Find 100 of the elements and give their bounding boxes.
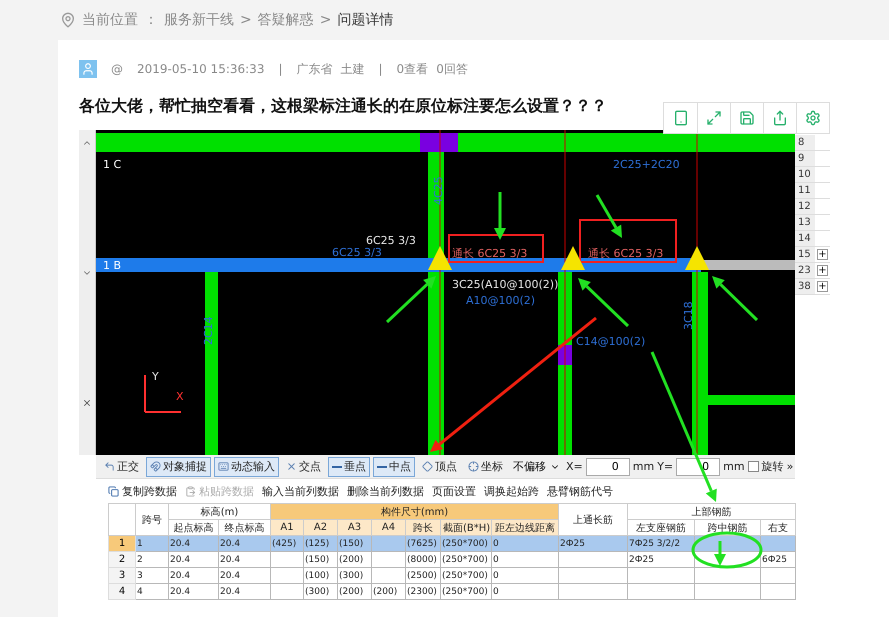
table-cell	[270, 568, 304, 584]
expand-button[interactable]: +	[817, 281, 828, 292]
table-cell	[372, 568, 406, 584]
action-button[interactable]: 输入当前列数据	[262, 484, 339, 498]
snap-tool[interactable]: 正交	[100, 456, 143, 476]
column-header: A4	[372, 520, 406, 536]
support-marker	[428, 246, 452, 270]
table-cell: 0	[492, 536, 559, 552]
action-button[interactable]: 页面设置	[432, 484, 476, 498]
action-button[interactable]: 调换起始跨	[484, 484, 539, 498]
meta-separator: |	[278, 62, 282, 76]
table-cell: 20.4	[218, 536, 271, 552]
table-cell	[628, 568, 695, 584]
breadcrumb-link[interactable]: 问题详情	[337, 11, 394, 29]
axis-label: X	[176, 390, 184, 403]
row-number: 38	[795, 279, 815, 294]
unit-label: mm	[632, 460, 654, 473]
table-cell: (250*700)	[440, 536, 492, 552]
action-button[interactable]: 删除当前列数据	[347, 484, 424, 498]
diamond-icon	[422, 461, 433, 472]
table-cell: (425)	[270, 536, 304, 552]
table-cell: 20.4	[168, 568, 218, 584]
support-marker	[685, 246, 709, 270]
action-button[interactable]: 悬臂钢筋代号	[547, 484, 613, 498]
column-header: A2	[304, 520, 338, 536]
row-number[interactable]: 2	[108, 552, 136, 568]
rotate-label: 旋转	[762, 459, 784, 474]
table-cell: 2Ф25	[558, 536, 628, 552]
table-cell: 7Ф25 3/2/2	[628, 536, 695, 552]
avatar-icon	[79, 60, 97, 78]
group-header: 上部钢筋	[628, 504, 796, 520]
row-number: 10	[795, 167, 815, 182]
table-cell	[694, 584, 761, 600]
arrow	[494, 192, 506, 240]
table-cell: (200)	[338, 584, 372, 600]
column-header: A3	[338, 520, 372, 536]
row-number: 13	[795, 215, 815, 230]
view-count: 0查看	[396, 60, 428, 78]
table-cell: 4	[136, 584, 168, 600]
snap-tool[interactable]: 中点	[373, 456, 415, 476]
snap-tool[interactable]: 动态输入	[214, 456, 279, 476]
table-cell	[628, 584, 695, 600]
action-button[interactable]: 复制跨数据	[108, 484, 177, 498]
table-cell	[694, 568, 761, 584]
table-cell	[558, 568, 628, 584]
table-cell: (100)	[304, 568, 338, 584]
table-cell: 20.4	[218, 552, 271, 568]
breadcrumb-separator: >	[320, 12, 332, 28]
answer-count: 0回答	[436, 60, 468, 78]
row-number[interactable]: 4	[108, 584, 136, 600]
snap-tool[interactable]: 对象捕捉	[146, 456, 211, 476]
more-button[interactable]: »	[786, 460, 794, 473]
table-cell	[760, 568, 796, 584]
row-number: 9	[795, 151, 815, 166]
cross-icon	[286, 461, 297, 472]
table-cell	[760, 584, 796, 600]
table-cell: (250*700)	[440, 568, 492, 584]
row-number[interactable]: 1	[108, 536, 136, 552]
snap-tool[interactable]: 垂点	[328, 456, 370, 476]
snap-tool[interactable]: 顶点	[418, 456, 461, 476]
support-marker	[561, 246, 585, 270]
table-cell: (300)	[304, 584, 338, 600]
y-label: Y=	[657, 460, 674, 473]
table-cell	[558, 552, 628, 568]
table-cell: 20.4	[218, 584, 271, 600]
rebar-label: 2C25+2C20	[613, 158, 680, 171]
row-number: 15	[795, 247, 815, 262]
table-cell: 20.4	[168, 536, 218, 552]
rebar-label: 6C25 3/3	[332, 246, 382, 259]
table-cell: (8000)	[406, 552, 441, 568]
note-label: Y	[152, 370, 159, 383]
expand-button[interactable]: +	[817, 265, 828, 276]
unit-label: mm	[723, 460, 745, 473]
arrow	[596, 194, 622, 238]
corner-header	[108, 504, 136, 536]
column-header: A1	[270, 520, 304, 536]
table-cell	[270, 584, 304, 600]
snap-tool[interactable]: 交点	[282, 456, 325, 476]
expand-button[interactable]: +	[817, 249, 828, 260]
table-cell: 6Ф25	[760, 552, 796, 568]
table-cell: 20.4	[218, 568, 271, 584]
rotate-checkbox[interactable]	[748, 461, 759, 472]
row-number: 11	[795, 183, 815, 198]
note-label: 3C25(A10@100(2))	[452, 278, 558, 291]
column-header: 上通长筋	[558, 504, 628, 536]
y-input[interactable]: 0	[676, 458, 720, 476]
table-cell: (200)	[372, 584, 406, 600]
rebar-label: 4C25	[432, 176, 445, 205]
x-input[interactable]: 0	[586, 458, 630, 476]
column-header: 起点标高	[168, 520, 218, 536]
location-pin-icon	[60, 12, 76, 28]
row-number: 12	[795, 199, 815, 214]
table-cell: 0	[492, 584, 559, 600]
snap-tool[interactable]: 坐标	[464, 456, 507, 476]
close-icon[interactable]	[82, 398, 92, 408]
corner-arrow-icon	[104, 461, 115, 472]
table-cell: (2500)	[406, 568, 441, 584]
column-header: 截面(B*H)	[440, 520, 492, 536]
arrow	[712, 276, 758, 322]
row-number[interactable]: 3	[108, 568, 136, 584]
